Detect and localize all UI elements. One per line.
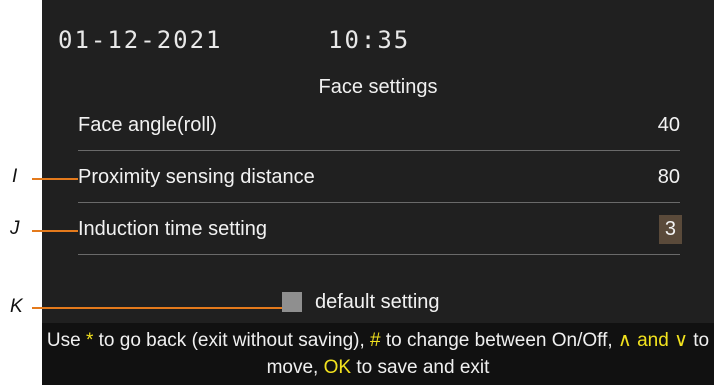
help-text: Use * to go back (exit without saving), … [42,323,714,385]
default-setting-label: default setting [315,291,440,313]
help-segment: to go back (exit without saving), [93,330,371,351]
setting-row-face-angle[interactable]: Face angle(roll) 40 [78,100,680,151]
callout-line-i [32,178,78,180]
callout-label-j: J [10,218,20,239]
help-key: # [370,330,381,351]
setting-row-induction-time[interactable]: Induction time setting 3 [78,204,682,255]
setting-label: Face angle(roll) [78,114,217,136]
help-key: OK [323,357,352,378]
callout-line-k [32,307,282,309]
device-screen: 01-12-2021 10:35 Face settings Face angl… [42,0,714,385]
datetime-bar: 01-12-2021 10:35 [58,26,408,54]
default-setting-checkbox[interactable] [282,292,302,312]
setting-value-selected[interactable]: 3 [658,215,682,244]
time-display: 10:35 [328,26,411,54]
page-title: Face settings [318,76,438,98]
date-display: 01-12-2021 [58,26,223,54]
callout-label-k: K [10,296,23,317]
setting-row-proximity-distance[interactable]: Proximity sensing distance 80 [78,152,680,203]
callout-line-j [32,230,78,232]
setting-label: Proximity sensing distance [78,166,315,188]
help-segment: Use [46,330,86,351]
callout-label-i: I [12,166,18,187]
setting-value[interactable]: 80 [658,166,680,189]
help-key: ∧ and ∨ [617,330,688,351]
help-segment: to save and exit [351,357,490,378]
help-segment: to change between On/Off, [380,330,618,351]
setting-label: Induction time setting [78,218,267,240]
setting-value[interactable]: 40 [658,114,680,137]
